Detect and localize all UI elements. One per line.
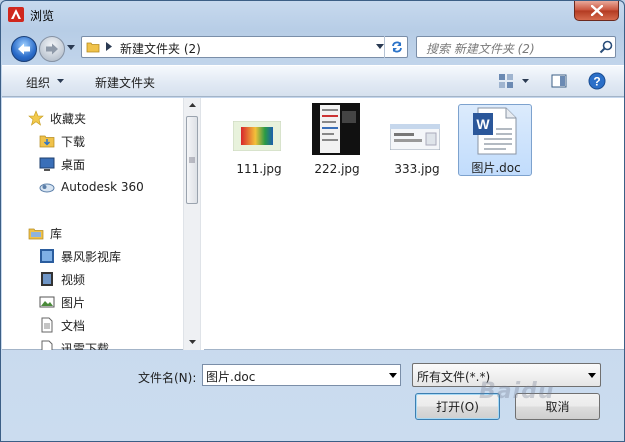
address-history-dropdown-icon[interactable] — [376, 44, 384, 49]
nav-item-label: 下载 — [61, 134, 86, 149]
nav-item-documents[interactable]: 文档 — [39, 315, 85, 335]
pictures-icon — [39, 296, 55, 308]
file-item-selected[interactable]: W 图片.doc — [458, 104, 532, 176]
nav-item-storm-video-library[interactable]: 暴风影视库 — [39, 246, 121, 266]
new-folder-button[interactable]: 新建文件夹 — [95, 74, 155, 91]
image-thumbnail-icon — [312, 103, 360, 155]
search-input[interactable]: 搜索 新建文件夹 (2) — [416, 36, 616, 58]
breadcrumb-folder[interactable]: 新建文件夹 (2) — [120, 40, 201, 57]
scrollbar-thumb[interactable] — [186, 116, 198, 204]
nav-item-label: 迅雷下载 — [61, 341, 110, 351]
nav-item-downloads[interactable]: 下载 — [39, 131, 85, 151]
filename-value: 图片.doc — [206, 370, 256, 384]
nav-item-label: Autodesk 360 — [61, 180, 144, 194]
file-name: 222.jpg — [314, 162, 360, 176]
close-icon — [590, 5, 603, 16]
library-icon — [28, 228, 44, 240]
navigation-scrollbar[interactable] — [183, 98, 200, 350]
svg-text:?: ? — [593, 75, 600, 89]
view-dropdown-icon[interactable] — [522, 79, 529, 83]
content-area: 收藏夹 下载 桌面 Autodesk 360 库 暴风影视库 视频 图片 文档 … — [2, 98, 624, 350]
image-thumbnail-icon — [390, 124, 440, 150]
command-toolbar: 组织 新建文件夹 ? — [2, 65, 624, 97]
title-bar[interactable]: 浏览 — [1, 1, 624, 29]
downloads-folder-icon — [39, 135, 55, 148]
nav-item-favorites[interactable]: 收藏夹 — [28, 108, 86, 128]
folder-icon — [86, 42, 100, 53]
nav-item-label: 库 — [50, 226, 63, 241]
arrow-left-icon — [18, 43, 30, 55]
filename-dropdown-icon[interactable] — [389, 373, 397, 378]
file-item[interactable]: 333.jpg — [380, 108, 454, 180]
file-name: 图片.doc — [471, 161, 521, 175]
nav-item-label: 视频 — [61, 272, 86, 287]
help-icon[interactable]: ? — [588, 72, 606, 90]
chevron-down-icon[interactable] — [57, 79, 64, 83]
autocad-app-icon — [8, 7, 24, 22]
address-bar[interactable]: 新建文件夹 (2) — [81, 36, 408, 58]
arrow-right-icon — [46, 43, 58, 55]
video-icon — [41, 272, 53, 286]
download-icon — [41, 340, 53, 350]
nav-item-libraries[interactable]: 库 — [28, 223, 62, 243]
pane-splitter[interactable] — [200, 98, 204, 350]
filename-input[interactable]: 图片.doc — [202, 364, 401, 386]
nav-item-desktop[interactable]: 桌面 — [39, 154, 85, 174]
file-item[interactable]: 222.jpg — [300, 103, 374, 180]
file-name: 333.jpg — [394, 162, 440, 176]
nav-item-videos[interactable]: 视频 — [39, 269, 85, 289]
scroll-up-icon[interactable] — [189, 103, 196, 107]
chevron-down-icon — [588, 373, 596, 378]
preview-pane-icon[interactable] — [551, 73, 567, 89]
file-list[interactable]: 111.jpg 222.jpg 333.jpg W 图片.doc — [205, 98, 624, 350]
cloud-icon — [39, 183, 55, 193]
star-icon — [28, 110, 44, 126]
window-title: 浏览 — [30, 9, 55, 23]
navigation-pane[interactable]: 收藏夹 下载 桌面 Autodesk 360 库 暴风影视库 视频 图片 文档 … — [2, 98, 182, 350]
nav-item-autodesk-360[interactable]: Autodesk 360 — [39, 177, 144, 197]
organize-menu[interactable]: 组织 — [26, 74, 50, 91]
svg-text:W: W — [476, 116, 490, 132]
grip-icon — [189, 157, 195, 163]
recent-pages-dropdown-icon[interactable] — [67, 45, 75, 50]
baidu-watermark: Baidu — [479, 379, 555, 404]
nav-item-thunder-downloads[interactable]: 迅雷下载 — [39, 338, 109, 350]
nav-item-label: 文档 — [61, 318, 86, 333]
file-item[interactable]: 111.jpg — [222, 108, 296, 180]
filename-label: 文件名(N): — [138, 371, 197, 385]
nav-item-label: 收藏夹 — [50, 111, 87, 126]
forward-button[interactable] — [39, 36, 65, 62]
close-button[interactable] — [574, 1, 619, 21]
nav-item-label: 桌面 — [61, 157, 86, 172]
breadcrumb-arrow-icon[interactable] — [106, 42, 112, 51]
refresh-button[interactable] — [384, 36, 408, 58]
nav-item-pictures[interactable]: 图片 — [39, 292, 85, 312]
scroll-down-icon[interactable] — [189, 340, 196, 344]
nav-item-label: 图片 — [61, 295, 86, 310]
search-icon[interactable] — [599, 40, 613, 54]
browse-dialog: 浏览 新建文件夹 (2) 搜索 新建文件夹 (2) 组织 新建文件夹 ? 收藏夹… — [0, 0, 625, 442]
view-options-icon[interactable] — [498, 73, 514, 89]
nav-item-label: 暴风影视库 — [61, 249, 122, 264]
video-library-icon — [40, 249, 54, 263]
word-document-icon: W — [473, 107, 517, 155]
documents-icon — [41, 317, 53, 333]
search-placeholder: 搜索 新建文件夹 (2) — [426, 42, 535, 56]
desktop-icon — [39, 157, 55, 171]
image-thumbnail-icon — [233, 121, 281, 151]
back-button[interactable] — [11, 36, 37, 62]
refresh-icon — [391, 41, 402, 53]
file-name: 111.jpg — [236, 162, 282, 176]
